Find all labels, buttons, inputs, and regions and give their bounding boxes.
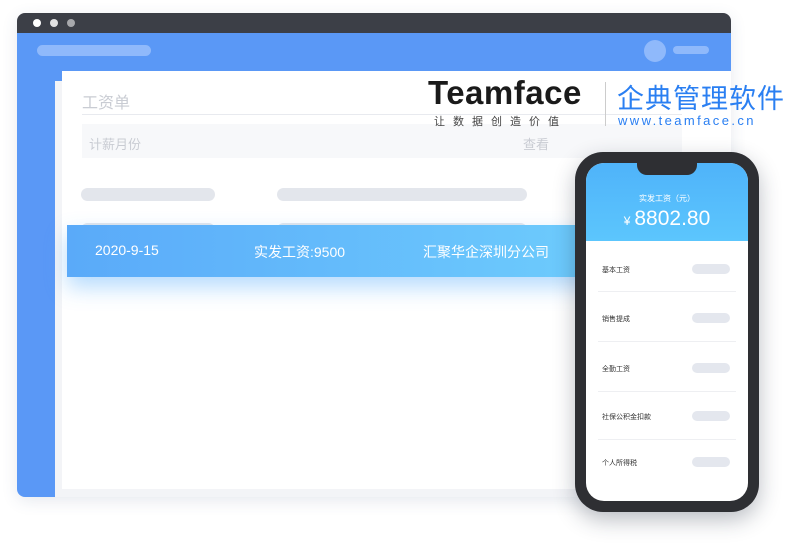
salary-item-value-placeholder	[692, 313, 730, 323]
window-minimize-dot-icon[interactable]	[50, 19, 58, 27]
window-maximize-dot-icon[interactable]	[67, 19, 75, 27]
salary-item-label: 个人所得税	[602, 460, 637, 467]
brand-slogan: 让数据创造价值	[434, 116, 567, 128]
brand-logo-text: Teamface	[428, 74, 582, 111]
product-name: 企典管理软件	[617, 84, 785, 114]
row-salary: 实发工资:9500	[254, 244, 346, 260]
salary-item-label: 基本工资	[602, 267, 630, 274]
highlighted-salary-row[interactable]: 2020-9-15 实发工资:9500 汇聚华企深圳分公司	[67, 225, 615, 277]
net-salary-label: 实发工资（元）	[639, 194, 695, 203]
phone-mockup: 实发工资（元） ¥8802.80 基本工资 销售提成 全勤工资 社保公积金扣款 …	[575, 152, 759, 512]
salary-item-value-placeholder	[692, 411, 730, 421]
logo-divider	[605, 82, 606, 126]
salary-item-label: 社保公积金扣款	[602, 414, 651, 421]
column-header-view: 查看	[523, 137, 550, 152]
salary-item-label: 全勤工资	[602, 366, 630, 373]
net-salary-amount: ¥8802.80	[586, 207, 748, 231]
user-name-placeholder	[673, 46, 709, 54]
item-divider	[598, 341, 736, 342]
row-company: 汇聚华企深圳分公司	[423, 244, 549, 260]
phone-notch	[637, 163, 697, 175]
title-divider	[82, 114, 682, 115]
column-header-month: 计薪月份	[89, 137, 142, 152]
brand-url: www.teamface.cn	[618, 113, 756, 128]
row-placeholder	[277, 188, 527, 201]
sidebar	[17, 81, 55, 497]
row-date: 2020-9-15	[95, 242, 159, 258]
salary-item-value-placeholder	[692, 264, 730, 274]
item-divider	[598, 391, 736, 392]
amount-value: 8802.80	[634, 207, 711, 230]
salary-item-label: 销售提成	[602, 316, 630, 323]
window-close-dot-icon[interactable]	[33, 19, 41, 27]
row-placeholder	[81, 188, 215, 201]
currency-symbol: ¥	[623, 214, 631, 228]
phone-salary-header: 实发工资（元） ¥8802.80	[586, 163, 748, 241]
salary-item-value-placeholder	[692, 457, 730, 467]
item-divider	[598, 439, 736, 440]
salary-item-value-placeholder	[692, 363, 730, 373]
topbar-placeholder	[37, 45, 151, 56]
avatar-icon[interactable]	[644, 40, 666, 62]
item-divider	[598, 291, 736, 292]
page-title: 工资单	[82, 95, 131, 112]
window-titlebar	[17, 13, 731, 33]
phone-screen: 实发工资（元） ¥8802.80 基本工资 销售提成 全勤工资 社保公积金扣款 …	[586, 163, 748, 501]
